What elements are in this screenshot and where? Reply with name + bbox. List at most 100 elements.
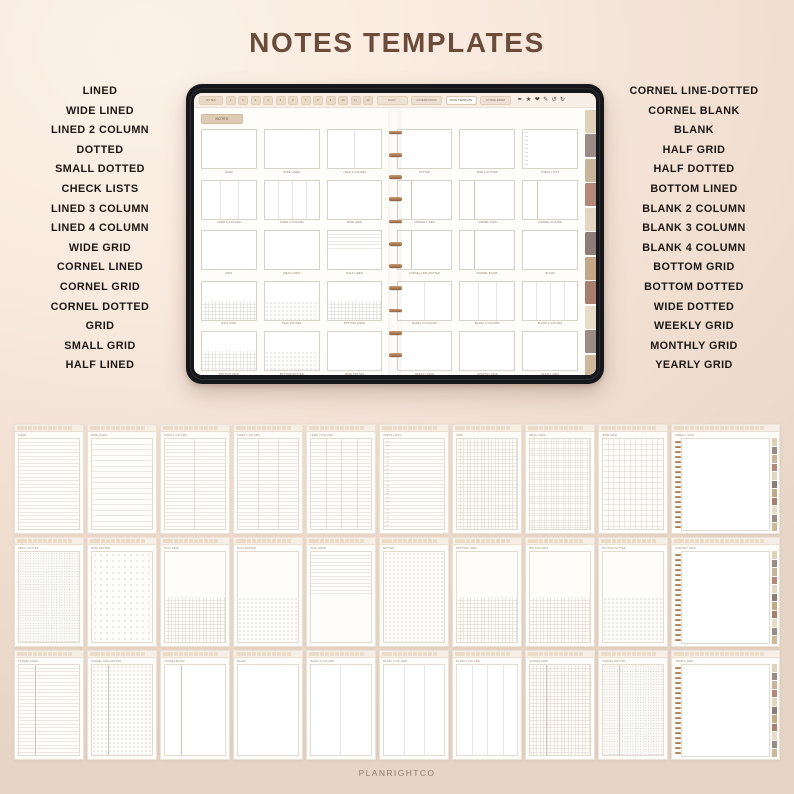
- preview-toolbar-chip: [422, 539, 427, 543]
- side-tab[interactable]: [585, 158, 596, 182]
- mosaic-page-preview[interactable]: BLANK 3 COLUMN: [379, 650, 450, 760]
- mosaic-page-preview[interactable]: BOTTOM GRID: [525, 537, 596, 647]
- template-thumbnail[interactable]: MONTHLY GRID: [459, 331, 516, 375]
- page-spacer: [397, 114, 579, 129]
- mosaic-page-preview[interactable]: LINED 4 COLUMN: [306, 424, 377, 534]
- app-toolbar[interactable]: NOTES 1 2 3 4 5 6 7 8 9 10 11 12 DAILY COVERS INDEX NOT…: [194, 93, 596, 108]
- side-tab[interactable]: [585, 281, 596, 305]
- toolbar-page-number[interactable]: 2: [238, 95, 248, 105]
- mosaic-page-preview[interactable]: LINED 3 COLUMN: [233, 424, 304, 534]
- template-thumbnail[interactable]: HALF GRID: [201, 280, 257, 325]
- pen-icon[interactable]: ✒: [518, 97, 523, 103]
- template-thumbnail[interactable]: CORNEL BLANK: [459, 230, 516, 275]
- template-thumbnail[interactable]: BLANK 2 COLUMN: [396, 280, 453, 325]
- mosaic-page-preview[interactable]: WIDE LINED: [87, 424, 158, 534]
- template-thumbnail[interactable]: CORNEL GRID: [459, 179, 516, 224]
- template-thumbnail[interactable]: SMALL DOTTED: [459, 129, 516, 174]
- mosaic-page-preview[interactable]: HALF DOTTED: [233, 537, 304, 647]
- template-thumbnail[interactable]: SMALL GRID: [263, 230, 320, 275]
- toolbar-home-button[interactable]: NOTES: [199, 95, 223, 105]
- template-thumbnail[interactable]: WIDE DOTTED: [326, 331, 383, 375]
- template-thumbnail[interactable]: WIDE GRID: [326, 179, 383, 224]
- template-thumbnail[interactable]: DOTTED: [396, 129, 453, 174]
- mosaic-page-preview[interactable]: CORNEL DOTTED: [598, 650, 669, 760]
- notebook-side-tabs[interactable]: [585, 108, 596, 375]
- toolbar-page-number[interactable]: 1: [225, 95, 236, 105]
- template-thumbnail[interactable]: BOTTOM GRID: [201, 331, 257, 375]
- template-thumbnail[interactable]: BLANK: [522, 230, 578, 275]
- template-thumbnail[interactable]: LINED 4 COLUMN: [263, 179, 320, 224]
- side-tab[interactable]: [585, 305, 596, 329]
- mosaic-page-preview[interactable]: BLANK 4 COLUMN: [452, 650, 523, 760]
- toolbar-page-number[interactable]: 10: [338, 95, 348, 105]
- mosaic-page-preview[interactable]: HALF GRID: [160, 537, 231, 647]
- toolbar-page-number[interactable]: 3: [250, 95, 261, 105]
- mosaic-page-preview[interactable]: WIDE DOTTED: [87, 537, 158, 647]
- template-thumbnail[interactable]: BOTTOM LINED: [326, 280, 383, 325]
- mosaic-page-preview[interactable]: BOTTOM LINED: [452, 537, 523, 647]
- template-thumbnail[interactable]: GRID: [201, 230, 257, 275]
- mosaic-page-preview[interactable]: BLANK 2 COLUMN: [306, 650, 377, 760]
- toolbar-tab[interactable]: COVERS INDEX: [411, 95, 442, 105]
- mosaic-page-preview[interactable]: LINED: [14, 424, 85, 534]
- toolbar-tab[interactable]: HYPERLINKED: [480, 95, 511, 105]
- side-tab[interactable]: [585, 330, 596, 354]
- redo-icon[interactable]: ↻: [560, 97, 565, 103]
- mosaic-page-preview[interactable]: CORNEL LINE-DOTTED: [87, 650, 158, 760]
- template-thumbnail[interactable]: YEARLY GRID: [522, 331, 578, 375]
- toolbar-page-number[interactable]: 5: [275, 95, 286, 105]
- mosaic-page-preview[interactable]: CORNEL LINED: [14, 650, 85, 760]
- mosaic-page-preview[interactable]: BLANK: [233, 650, 304, 760]
- template-thumbnail[interactable]: BLANK 4 COLUMN: [522, 280, 578, 325]
- mosaic-page-preview[interactable]: GRID: [452, 424, 523, 534]
- section-tab-notes[interactable]: NOTES: [201, 114, 243, 124]
- toolbar-tab[interactable]: DAILY: [376, 95, 408, 105]
- template-thumbnail[interactable]: WIDE LINED: [263, 129, 320, 174]
- star-icon[interactable]: ★: [526, 97, 531, 103]
- template-thumbnail[interactable]: BLANK 3 COLUMN: [459, 280, 516, 325]
- toolbar-page-number[interactable]: 7: [300, 95, 311, 105]
- toolbar-page-number[interactable]: 9: [325, 95, 336, 105]
- eraser-icon[interactable]: ✎: [543, 97, 548, 103]
- template-thumbnail[interactable]: CORNEL LINE-DOTTED: [396, 230, 453, 275]
- heart-icon[interactable]: ❤: [535, 97, 540, 103]
- undo-icon[interactable]: ↺: [552, 97, 557, 103]
- side-tab[interactable]: [585, 183, 596, 207]
- mosaic-spread-preview[interactable]: MONTHLY GRID: [671, 537, 780, 647]
- toolbar-page-number[interactable]: 4: [263, 95, 273, 105]
- template-thumbnail[interactable]: LINED 2 COLUMN: [326, 129, 383, 174]
- toolbar-page-number[interactable]: 8: [313, 95, 323, 105]
- mosaic-page-preview[interactable]: LINED 2 COLUMN: [160, 424, 231, 534]
- toolbar-tab[interactable]: NOTE TEMPLATE: [445, 95, 477, 105]
- mosaic-page-preview[interactable]: CORNEL GRID: [525, 650, 596, 760]
- template-thumbnail[interactable]: CORNEL DOTTED: [522, 179, 578, 224]
- template-thumbnail[interactable]: HALF LINED: [326, 230, 383, 275]
- template-thumbnail[interactable]: HALF DOTTED: [263, 280, 320, 325]
- mosaic-page-preview[interactable]: BOTTOM DOTTED: [598, 537, 669, 647]
- template-thumbnail[interactable]: LINED 3 COLUMN: [201, 179, 257, 224]
- mosaic-page-preview[interactable]: CORNEL BLANK: [160, 650, 231, 760]
- mosaic-page-preview[interactable]: DOTTED: [379, 537, 450, 647]
- template-thumbnail[interactable]: LINED: [201, 129, 257, 174]
- mosaic-spread-preview[interactable]: YEARLY GRID: [671, 650, 780, 760]
- side-tab[interactable]: [585, 232, 596, 256]
- template-thumbnail[interactable]: CHECK LISTS: [522, 129, 578, 174]
- mosaic-page-preview[interactable]: HALF LINED: [306, 537, 377, 647]
- template-thumbnail[interactable]: CORNEL LINED: [396, 179, 453, 224]
- toolbar-page-number[interactable]: 11: [350, 95, 361, 105]
- template-thumbnail[interactable]: WEEKLY GRID: [396, 331, 453, 375]
- toolbar-page-number[interactable]: 6: [288, 95, 298, 105]
- side-tab[interactable]: [585, 110, 596, 133]
- side-tab[interactable]: [585, 207, 596, 231]
- mosaic-page-preview[interactable]: SMALL DOTTED: [14, 537, 85, 647]
- side-tab[interactable]: [585, 134, 596, 158]
- side-tab[interactable]: [585, 256, 596, 280]
- mosaic-spread-preview[interactable]: WEEKLY GRID: [671, 424, 780, 534]
- template-thumbnail[interactable]: BOTTOM DOTTED: [263, 331, 320, 375]
- mosaic-page-preview[interactable]: CHECK LISTS: [379, 424, 450, 534]
- mosaic-page-preview[interactable]: WIDE GRID: [598, 424, 669, 534]
- toolbar-tools[interactable]: ✒ ★ ❤ ✎ ↺ ↻: [518, 97, 566, 103]
- side-tab[interactable]: [585, 354, 596, 375]
- toolbar-page-number[interactable]: 12: [363, 95, 373, 105]
- mosaic-page-preview[interactable]: SMALL GRID: [525, 424, 596, 534]
